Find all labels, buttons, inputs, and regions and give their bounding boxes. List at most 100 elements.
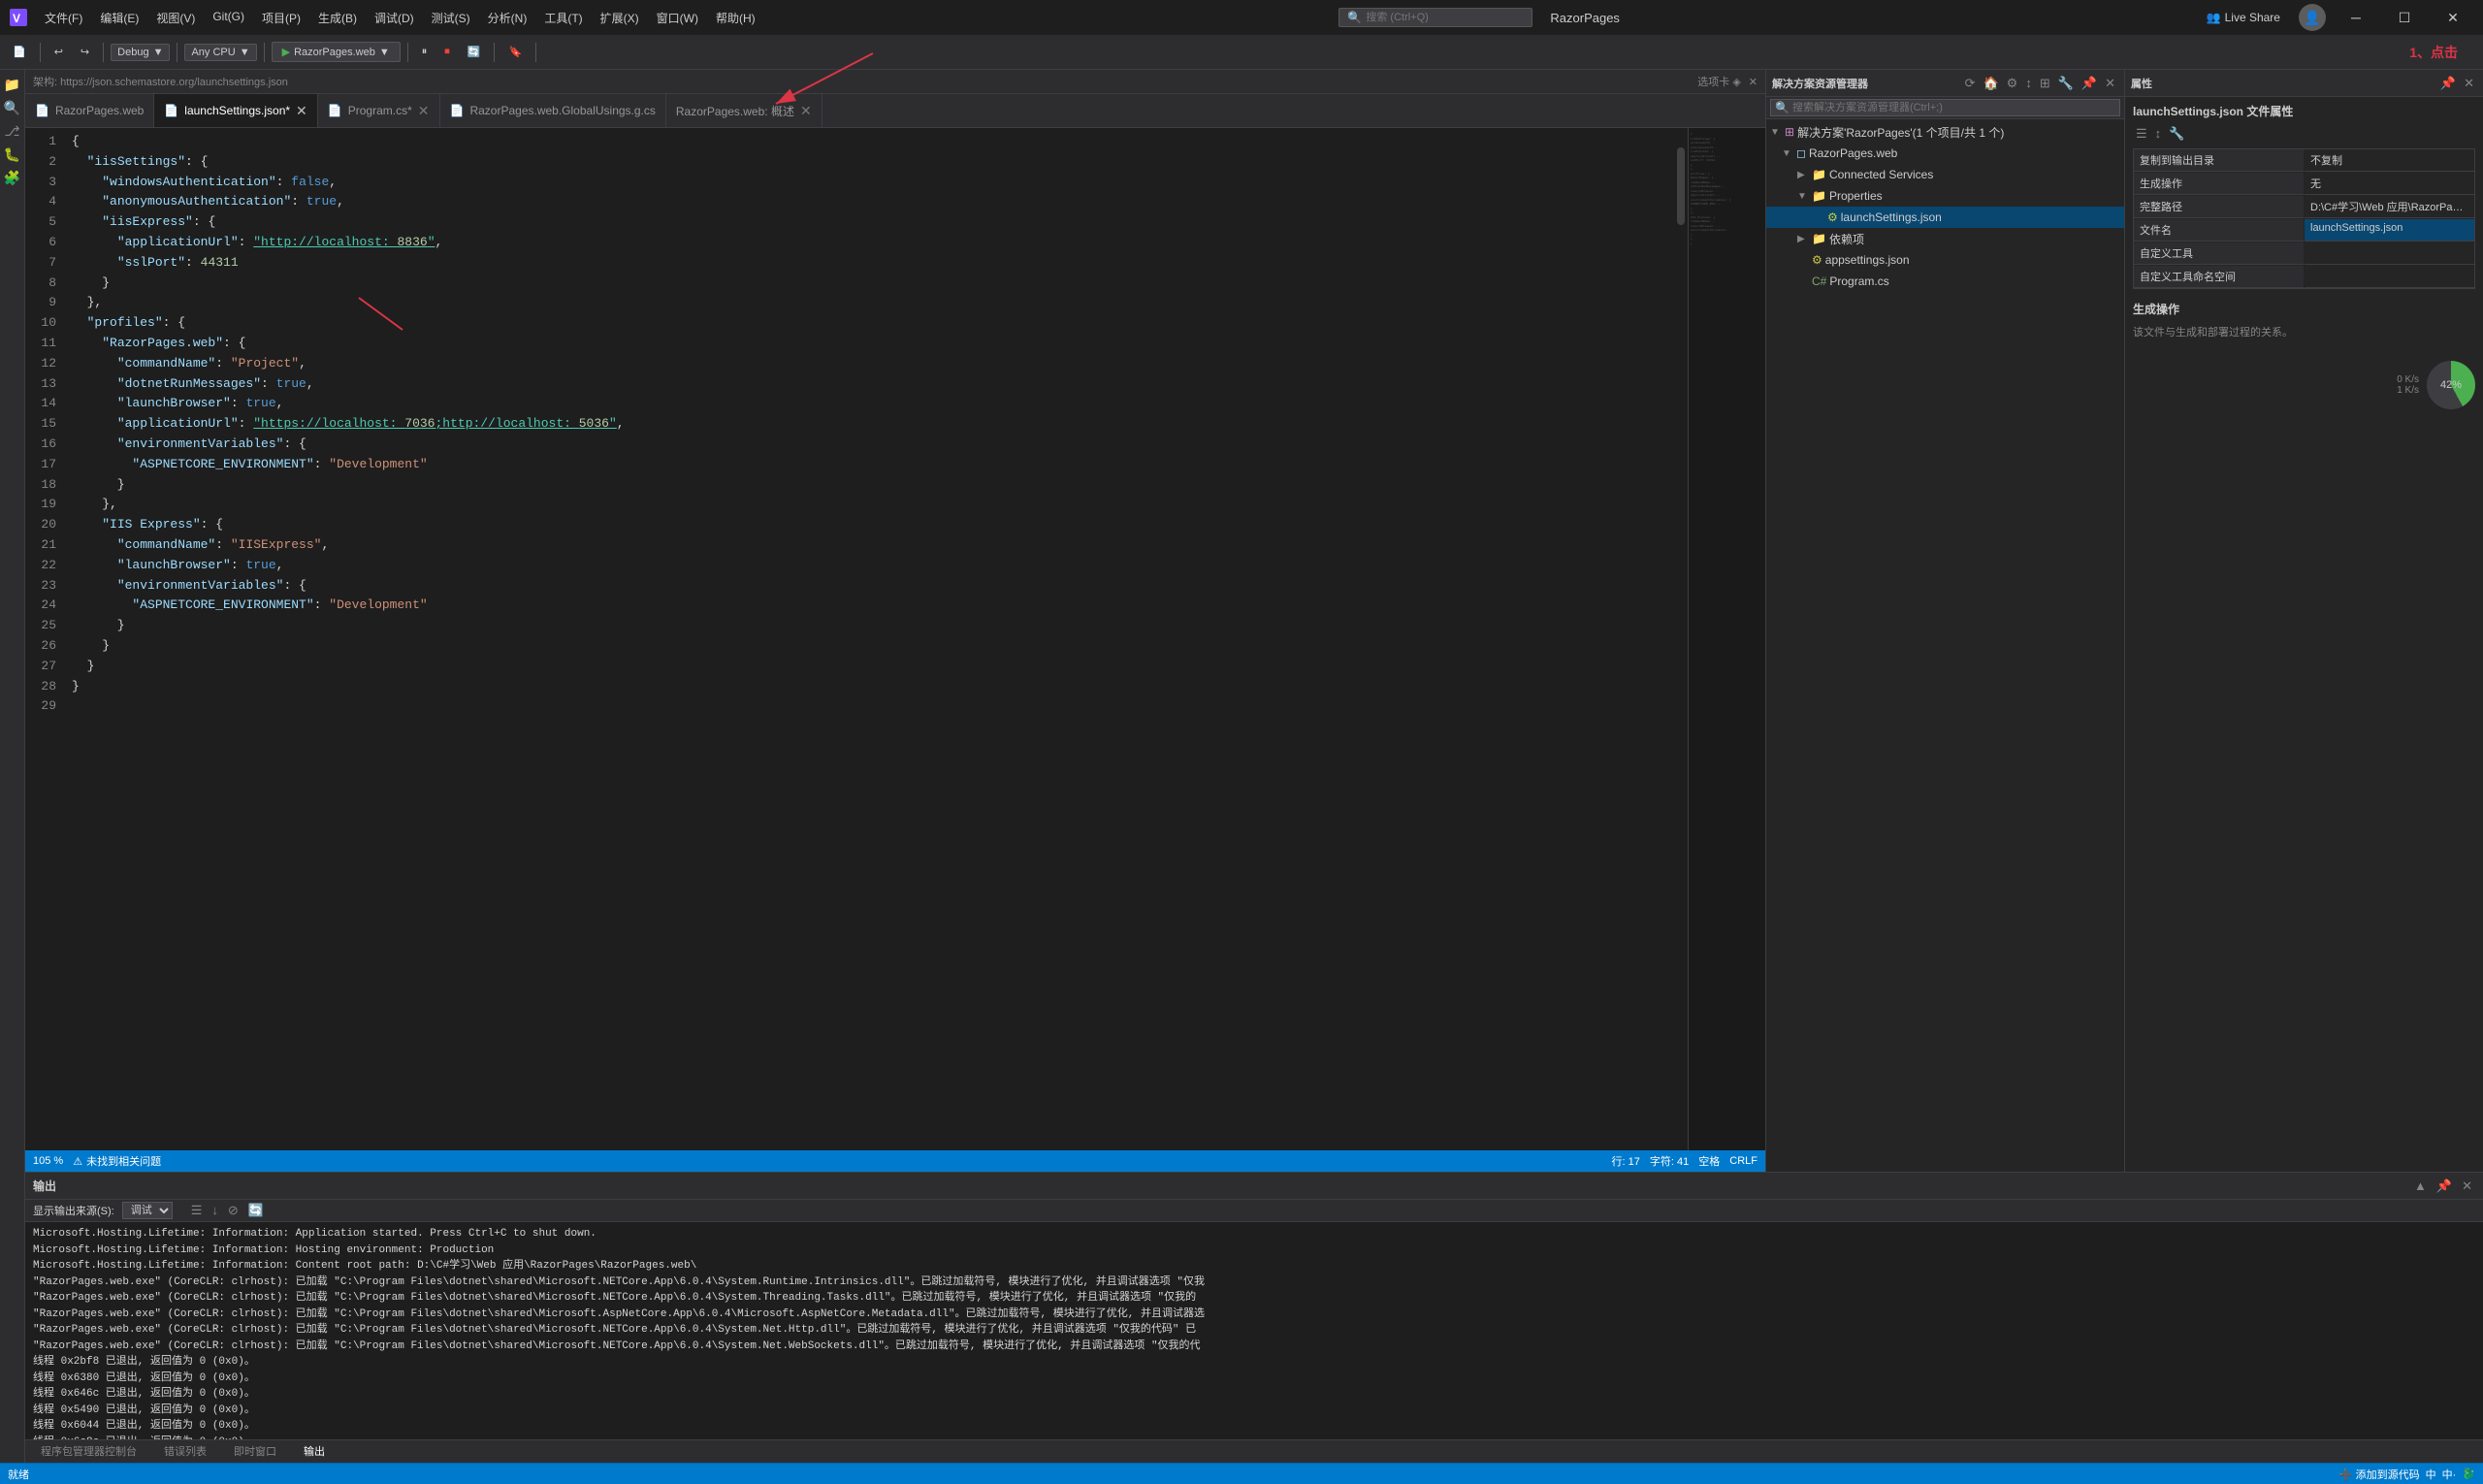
se-filter-btn[interactable]: ⚙: [2004, 75, 2021, 92]
live-share-icon: 👥: [2207, 11, 2221, 24]
tree-programcs[interactable]: C# Program.cs: [1766, 271, 2124, 292]
menu-tools[interactable]: 工具(T): [536, 6, 590, 30]
search-box[interactable]: 🔍: [1338, 8, 1532, 27]
editor-scrollbar[interactable]: [1674, 128, 1688, 1150]
build-action-title: 生成操作: [2133, 301, 2475, 317]
run-label: RazorPages.web: [294, 47, 375, 58]
output-up-btn[interactable]: ▲: [2411, 1178, 2430, 1195]
new-file-btn[interactable]: 📄: [6, 43, 33, 61]
activity-debug[interactable]: 🐛: [2, 144, 23, 165]
output-tab-pkgmgr[interactable]: 程序包管理器控制台: [33, 1439, 145, 1464]
menu-test[interactable]: 测试(S): [424, 6, 478, 30]
menu-project[interactable]: 项目(P): [254, 6, 308, 30]
close-button[interactable]: ✕: [2431, 0, 2475, 35]
prop-pin-btn[interactable]: 📌: [2437, 75, 2459, 92]
output-tab-immediate[interactable]: 即时窗口: [226, 1439, 284, 1464]
bookmark-btn[interactable]: 🔖: [501, 43, 529, 61]
tab-globalusings[interactable]: 📄 RazorPages.web.GlobalUsings.g.cs: [440, 94, 666, 128]
se-expand-btn[interactable]: ↕: [2022, 75, 2035, 92]
maximize-button[interactable]: ☐: [2382, 0, 2427, 35]
toolbar: 📄 ↩ ↪ Debug ▼ Any CPU ▼ ▶ RazorPages.web…: [0, 35, 2483, 70]
appsettings-icon: ⚙: [1812, 253, 1822, 267]
debug-config-arrow: ▼: [153, 47, 164, 58]
tab-razorpages-web[interactable]: 📄 RazorPages.web: [25, 94, 154, 128]
stop-btn[interactable]: ⏹: [437, 43, 457, 61]
programcs-label: Program.cs: [1829, 274, 1888, 288]
output-tab-output[interactable]: 输出: [296, 1439, 333, 1464]
output-src-btn-2[interactable]: ↓: [209, 1202, 221, 1219]
tab-close-1[interactable]: ✕: [296, 103, 307, 119]
file-path-close-btn[interactable]: ✕: [1749, 76, 1757, 88]
redo-btn[interactable]: ↪: [74, 43, 96, 61]
menu-debug[interactable]: 调试(D): [367, 6, 422, 30]
prop-tools-btn[interactable]: 🔧: [2166, 125, 2187, 143]
output-content[interactable]: Microsoft.Hosting.Lifetime: Information:…: [25, 1222, 2483, 1439]
scrollbar-thumb[interactable]: [1677, 147, 1685, 225]
tree-dependencies[interactable]: ▶ 📁 依赖项: [1766, 228, 2124, 249]
activity-extensions[interactable]: 🧩: [2, 167, 23, 188]
tab-close-4[interactable]: ✕: [800, 103, 812, 119]
output-src-btn-4[interactable]: 🔄: [245, 1202, 267, 1219]
se-settings-btn[interactable]: ⊞: [2037, 75, 2053, 92]
tree-solution-root[interactable]: ▼ ⊞ 解决方案'RazorPages'(1 个项目/共 1 个): [1766, 121, 2124, 143]
prop-close-btn[interactable]: ✕: [2461, 75, 2477, 92]
output-close-btn[interactable]: ✕: [2459, 1178, 2475, 1195]
line-numbers: 1234567891011121314151617181920212223242…: [25, 128, 64, 1150]
activity-explorer[interactable]: 📁: [2, 74, 23, 95]
output-source-select[interactable]: 调试: [122, 1202, 173, 1219]
output-src-btn-1[interactable]: ☰: [188, 1202, 206, 1219]
status-ime-btn[interactable]: 中·: [2442, 1467, 2457, 1482]
output-pin-btn[interactable]: 📌: [2434, 1178, 2455, 1195]
tree-connected-services[interactable]: ▶ 📁 Connected Services: [1766, 164, 2124, 185]
status-add-source[interactable]: ➕ 添加到源代码: [2339, 1467, 2420, 1482]
restart-btn[interactable]: 🔄: [461, 43, 488, 61]
tab-programcs[interactable]: 📄 Program.cs* ✕: [318, 94, 440, 128]
menu-file[interactable]: 文件(F): [37, 6, 90, 30]
run-button[interactable]: ▶ RazorPages.web ▼: [272, 42, 401, 62]
editor-content[interactable]: 1234567891011121314151617181920212223242…: [25, 128, 1765, 1150]
activity-search[interactable]: 🔍: [2, 97, 23, 118]
menu-analyze[interactable]: 分析(N): [480, 6, 535, 30]
activity-git[interactable]: ⎇: [2, 120, 23, 142]
tab-overview[interactable]: RazorPages.web: 概述 ✕: [666, 94, 822, 128]
user-avatar[interactable]: 👤: [2299, 4, 2326, 31]
code-area[interactable]: { "iisSettings": { "windowsAuthenticatio…: [64, 128, 1674, 1150]
debug-config-dropdown[interactable]: Debug ▼: [111, 44, 170, 61]
prop-sort-btn[interactable]: ↕: [2152, 125, 2165, 143]
explorer-search[interactable]: 🔍: [1770, 99, 2120, 116]
explorer-search-input[interactable]: [1792, 102, 2115, 113]
menu-extensions[interactable]: 扩展(X): [593, 6, 647, 30]
menu-edit[interactable]: 编辑(E): [92, 6, 146, 30]
pin-btn[interactable]: 📌: [2079, 75, 2100, 92]
tree-appsettings[interactable]: ⚙ appsettings.json: [1766, 249, 2124, 271]
menu-window[interactable]: 窗口(W): [649, 6, 706, 30]
output-src-btn-3[interactable]: ⊘: [225, 1202, 242, 1219]
status-lang-btn[interactable]: 中: [2426, 1467, 2436, 1482]
prop-list-btn[interactable]: ☰: [2133, 125, 2150, 143]
se-wrench-btn[interactable]: 🔧: [2055, 75, 2077, 92]
solution-explorer: 解决方案资源管理器 ⟳ 🏠 ⚙ ↕ ⊞ 🔧 📌 ✕: [1765, 70, 2124, 1172]
close-panel-btn[interactable]: ✕: [2102, 75, 2118, 92]
tree-project[interactable]: ▼ ◻ RazorPages.web: [1766, 143, 2124, 164]
live-share-button[interactable]: 👥 Live Share: [2196, 6, 2291, 29]
status-left: 105 % ⚠ 未找到相关问题: [33, 1153, 161, 1169]
platform-dropdown[interactable]: Any CPU ▼: [184, 44, 256, 61]
file-path-bar: 架构: https://json.schemastore.org/launchs…: [25, 70, 1765, 94]
pause-btn[interactable]: ⏸: [415, 43, 435, 61]
tree-launchsettings[interactable]: ⚙ launchSettings.json: [1766, 207, 2124, 228]
output-tab-errorlist[interactable]: 错误列表: [156, 1439, 214, 1464]
minimize-button[interactable]: ─: [2334, 0, 2378, 35]
tree-properties[interactable]: ▼ 📁 Properties: [1766, 185, 2124, 207]
se-sync-btn[interactable]: ⟳: [1962, 75, 1979, 92]
project-label: RazorPages.web: [1809, 146, 1897, 160]
tab-close-2[interactable]: ✕: [418, 103, 430, 119]
menu-view[interactable]: 视图(V): [148, 6, 203, 30]
menu-git[interactable]: Git(G): [205, 6, 252, 30]
search-input[interactable]: [1366, 12, 1511, 23]
menu-build[interactable]: 生成(B): [310, 6, 365, 30]
annotation-1: 1、点击: [2409, 43, 2458, 62]
tab-launchsettings[interactable]: 📄 launchSettings.json* ✕: [154, 94, 317, 128]
undo-btn[interactable]: ↩: [48, 43, 70, 61]
menu-help[interactable]: 帮助(H): [708, 6, 763, 30]
se-home-btn[interactable]: 🏠: [1980, 75, 2001, 92]
